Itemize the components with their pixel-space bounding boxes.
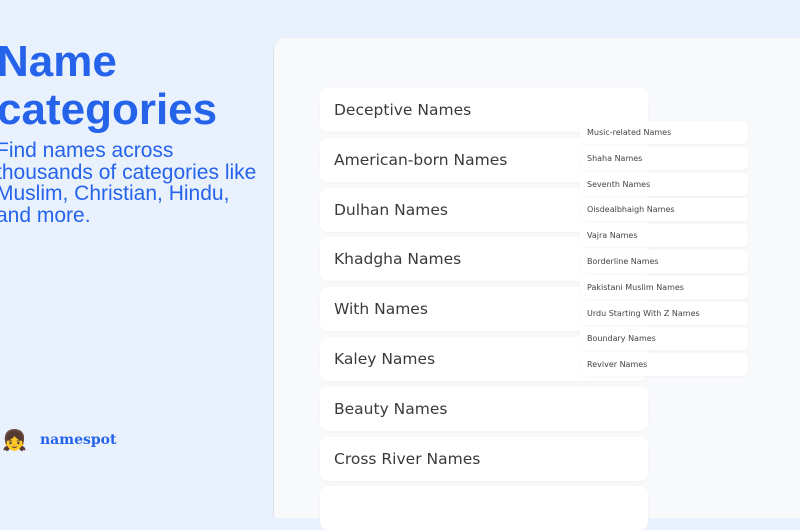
mini-category-card[interactable]: Vajra Names — [580, 224, 748, 248]
page-description: Find names across thousands of categorie… — [0, 139, 257, 227]
mini-category-card[interactable]: Seventh Names — [580, 172, 748, 196]
title-line-2: categories — [0, 85, 218, 134]
mini-category-card[interactable]: Urdu Starting With Z Names — [580, 301, 748, 325]
category-card[interactable] — [320, 486, 648, 530]
mini-category-card[interactable]: Shaha Names — [580, 146, 748, 170]
mini-category-card[interactable]: Reviver Names — [580, 353, 748, 377]
mini-category-card[interactable]: Music-related Names — [580, 121, 748, 144]
mini-category-card[interactable]: Boundary Names — [580, 327, 748, 351]
title-line-1: Name — [0, 37, 117, 86]
mini-category-card[interactable]: Oisdealbhaigh Names — [580, 198, 748, 222]
category-card[interactable]: Cross River Names — [320, 436, 648, 481]
brand-name: namespot — [40, 432, 117, 448]
page-title: Name categories — [0, 38, 217, 134]
mini-category-card[interactable]: Pakistani Muslim Names — [580, 275, 748, 299]
brand-logo[interactable]: 👧 namespot — [2, 428, 116, 452]
girl-emoji-icon: 👧 — [2, 428, 27, 452]
mini-category-card[interactable]: Borderline Names — [580, 250, 748, 273]
category-card[interactable]: Beauty Names — [320, 386, 648, 431]
